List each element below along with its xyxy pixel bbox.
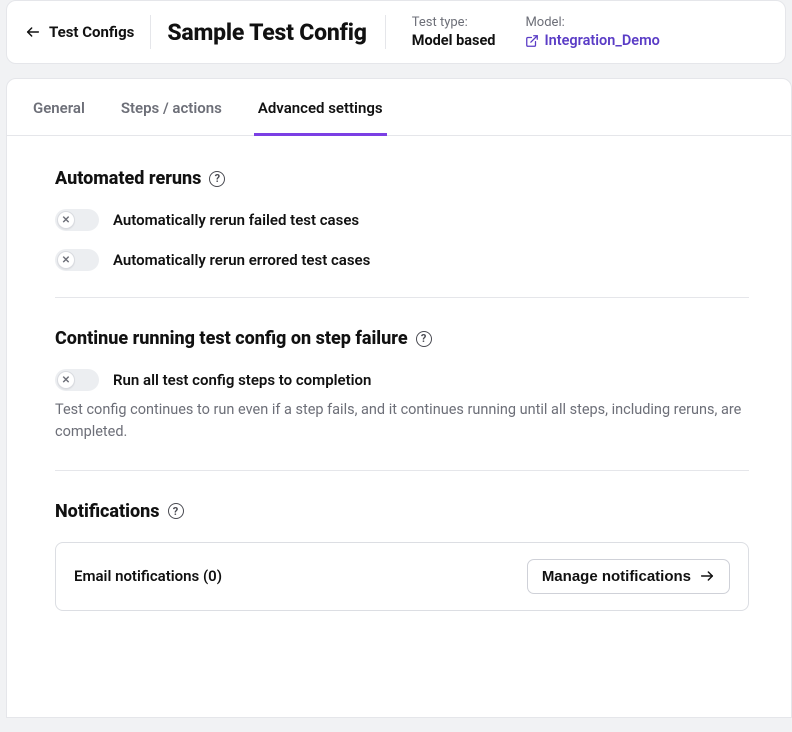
manage-notifications-label: Manage notifications	[542, 568, 691, 585]
notification-card: Email notifications (0) Manage notificat…	[55, 542, 749, 611]
tabs: General Steps / actions Advanced setting…	[7, 79, 791, 136]
tab-content: Automated reruns ? ✕ Automatically rerun…	[7, 136, 791, 635]
continue-toggle-row: ✕ Run all test config steps to completio…	[55, 369, 749, 391]
help-icon[interactable]: ?	[209, 171, 225, 187]
section-title-reruns: Automated reruns ?	[55, 168, 749, 189]
model-link-text: Integration_Demo	[544, 32, 659, 49]
section-title-continue: Continue running test config on step fai…	[55, 328, 749, 349]
breadcrumb-back[interactable]: Test Configs	[25, 23, 134, 41]
rerun-failed-row: ✕ Automatically rerun failed test cases	[55, 209, 749, 231]
rerun-errored-label: Automatically rerun errored test cases	[113, 251, 370, 269]
manage-notifications-button[interactable]: Manage notifications	[527, 559, 730, 594]
rerun-errored-toggle[interactable]: ✕	[55, 249, 99, 271]
tab-steps-actions[interactable]: Steps / actions	[117, 79, 226, 136]
continue-toggle[interactable]: ✕	[55, 369, 99, 391]
page-header: Test Configs Sample Test Config Test typ…	[6, 0, 786, 64]
test-type-value: Model based	[412, 32, 496, 49]
breadcrumb-label: Test Configs	[49, 23, 134, 41]
continue-toggle-label: Run all test config steps to completion	[113, 371, 371, 389]
close-icon: ✕	[57, 251, 75, 269]
section-title-notifications-text: Notifications	[55, 501, 160, 522]
external-link-icon	[525, 34, 539, 48]
page-title: Sample Test Config	[167, 19, 366, 46]
section-title-reruns-text: Automated reruns	[55, 168, 201, 189]
test-type-meta: Test type: Model based	[402, 15, 496, 49]
arrow-right-icon	[699, 568, 715, 584]
email-notifications-text: Email notifications (0)	[74, 567, 222, 585]
help-icon[interactable]: ?	[168, 503, 184, 519]
divider	[385, 15, 386, 49]
divider	[55, 297, 749, 298]
test-type-label: Test type:	[412, 15, 496, 30]
model-meta: Model: Integration_Demo	[507, 15, 659, 49]
main-panel: General Steps / actions Advanced setting…	[6, 78, 792, 718]
continue-description: Test config continues to run even if a s…	[55, 399, 749, 444]
close-icon: ✕	[57, 211, 75, 229]
model-label: Model:	[525, 15, 659, 30]
close-icon: ✕	[57, 371, 75, 389]
rerun-failed-toggle[interactable]: ✕	[55, 209, 99, 231]
model-link[interactable]: Integration_Demo	[525, 32, 659, 49]
tab-advanced-settings[interactable]: Advanced settings	[254, 79, 387, 136]
rerun-failed-label: Automatically rerun failed test cases	[113, 211, 359, 229]
arrow-left-icon	[25, 24, 41, 40]
section-title-notifications: Notifications ?	[55, 501, 749, 522]
rerun-errored-row: ✕ Automatically rerun errored test cases	[55, 249, 749, 271]
help-icon[interactable]: ?	[416, 331, 432, 347]
section-title-continue-text: Continue running test config on step fai…	[55, 328, 408, 349]
divider	[55, 470, 749, 471]
tab-general[interactable]: General	[29, 79, 89, 136]
divider	[150, 15, 151, 49]
